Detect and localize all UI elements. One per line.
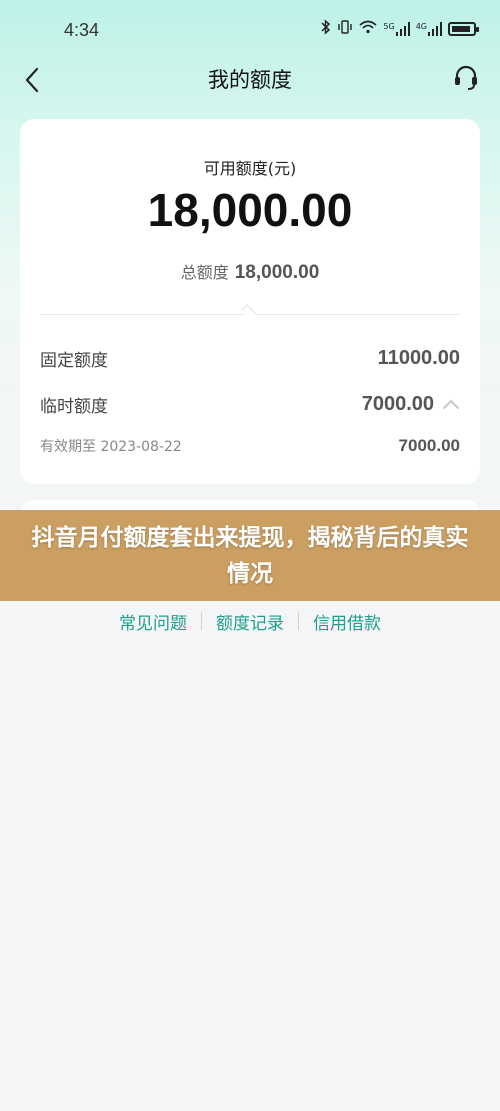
wifi-icon bbox=[359, 20, 377, 38]
fixed-credit-amount: 11000.00 bbox=[377, 346, 460, 369]
bluetooth-icon bbox=[321, 19, 331, 39]
total-credit-amount: 18,000.00 bbox=[234, 262, 320, 283]
available-credit-label: 可用额度(元) bbox=[203, 159, 297, 178]
faq-link[interactable]: 常见问题 bbox=[105, 609, 201, 634]
credit-record-link[interactable]: 额度记录 bbox=[202, 609, 298, 634]
validity-label: 有效期至 2023-08-22 bbox=[40, 439, 182, 455]
temp-credit-label: 临时额度 bbox=[40, 396, 108, 417]
status-icons: 5G 4G bbox=[321, 19, 479, 39]
signal-4g-icon: 4G bbox=[416, 22, 442, 36]
customer-service-button[interactable] bbox=[450, 62, 482, 94]
fixed-credit-row: 固定额度 11000.00 bbox=[40, 343, 460, 373]
vibrate-icon bbox=[337, 19, 353, 39]
headset-icon bbox=[455, 65, 477, 90]
temp-credit-validity-row: 有效期至 2023-08-22 7000.00 bbox=[40, 431, 460, 461]
total-credit: 总额度 18,000.00 bbox=[20, 259, 480, 284]
chevron-up-icon[interactable] bbox=[442, 398, 460, 410]
signal-5g-icon: 5G bbox=[383, 22, 410, 36]
divider-notch bbox=[241, 304, 257, 320]
nav-bar: 我的额度 bbox=[0, 54, 500, 104]
overlay-banner: 抖音月付额度套出来提现，揭秘背后的真实情况 bbox=[0, 510, 500, 601]
footer-links: 常见问题 额度记录 信用借款 bbox=[0, 608, 500, 634]
temp-credit-row[interactable]: 临时额度 7000.00 bbox=[40, 389, 460, 419]
banner-text: 抖音月付额度套出来提现，揭秘背后的真实情况 bbox=[31, 524, 469, 587]
page-title: 我的额度 bbox=[208, 68, 292, 92]
status-bar: 4:34 5G 4G bbox=[0, 0, 500, 60]
credit-card: 可用额度(元) 18,000.00 总额度 18,000.00 固定额度 1100… bbox=[20, 119, 480, 484]
status-time: 4:34 bbox=[64, 20, 100, 40]
battery-icon bbox=[448, 22, 479, 36]
fixed-credit-label: 固定额度 bbox=[40, 350, 108, 371]
total-credit-label: 总额度 bbox=[180, 263, 229, 282]
validity-amount: 7000.00 bbox=[398, 436, 460, 455]
credit-loan-link[interactable]: 信用借款 bbox=[299, 609, 395, 634]
temp-credit-amount: 7000.00 bbox=[361, 392, 434, 415]
available-credit-amount: 18,000.00 bbox=[147, 184, 353, 236]
temp-credit-value: 7000.00 bbox=[362, 393, 460, 416]
